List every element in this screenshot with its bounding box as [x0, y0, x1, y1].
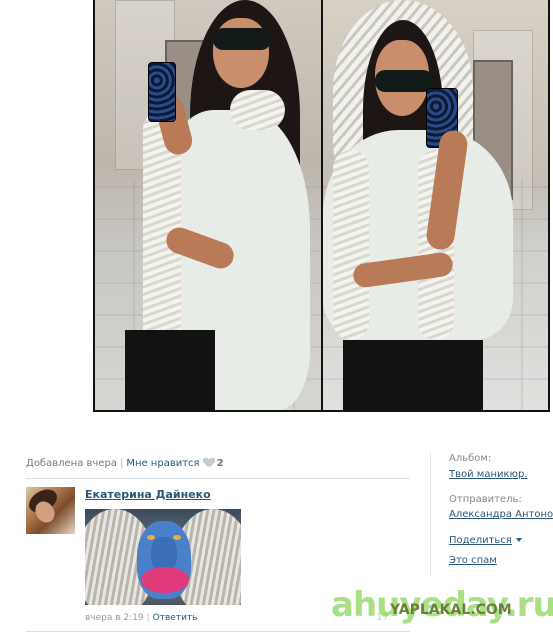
comment-time[interactable]: вчера в 2:19 [85, 613, 144, 623]
share-label: Поделиться [449, 535, 512, 546]
spam-link[interactable]: Это спам [449, 555, 497, 566]
watermark-secondary: YAPLAKAL.COM [390, 602, 512, 618]
heart-icon[interactable] [204, 458, 214, 467]
sidebar-divider [430, 452, 431, 577]
album-label: Альбом: [449, 453, 492, 464]
comment-author-link[interactable]: Екатерина Дайнеко [85, 488, 211, 501]
divider [26, 478, 410, 479]
photo-right [323, 0, 548, 410]
photo-meta: Добавлена вчера | Мне нравится 2 [26, 458, 224, 469]
divider [26, 631, 410, 632]
photo-left [95, 0, 321, 410]
sender-link[interactable]: Александра Антонова [449, 509, 553, 520]
album-link[interactable]: Твой маникюр. [449, 469, 528, 480]
sender-label: Отправитель: [449, 494, 522, 505]
commenter-avatar[interactable] [26, 487, 75, 534]
share-button[interactable]: Поделиться [449, 535, 522, 546]
main-photo[interactable] [93, 0, 550, 412]
comment-meta: вчера в 2:19 | Ответить [85, 613, 198, 623]
caret-down-icon [515, 538, 522, 542]
like-count: 2 [216, 458, 224, 469]
comment-image[interactable] [85, 509, 241, 605]
reply-link[interactable]: Ответить [153, 613, 198, 623]
like-link[interactable]: Мне нравится [126, 458, 199, 469]
added-date: Добавлена вчера [26, 458, 117, 469]
